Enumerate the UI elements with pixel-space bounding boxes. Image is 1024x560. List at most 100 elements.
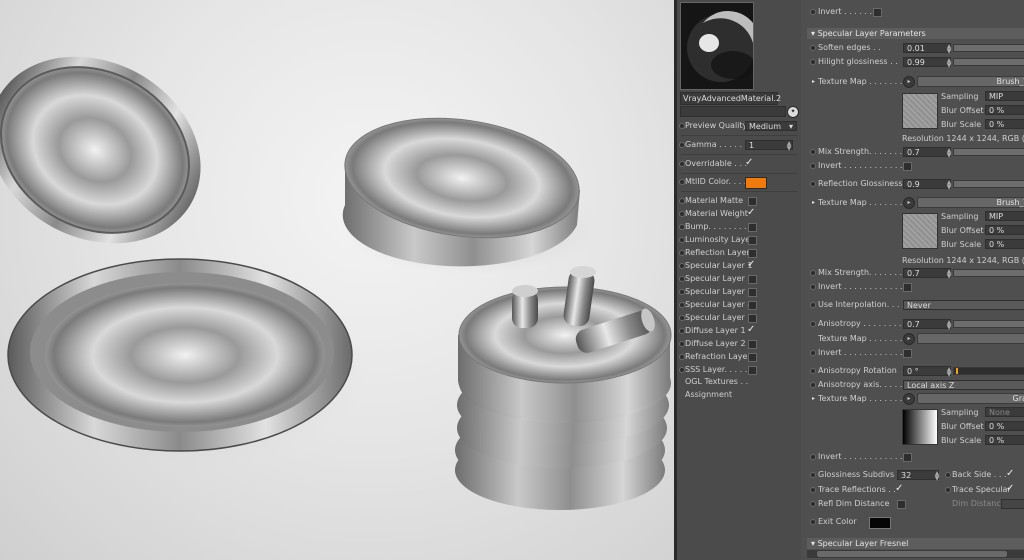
channel-checkbox[interactable] — [748, 353, 757, 362]
mix-strength-spinner-1[interactable]: ▲ ▼ — [946, 148, 952, 159]
channel-row[interactable]: Diffuse Layer 2 — [677, 338, 801, 350]
hilight-gloss-input[interactable]: 0.99 — [903, 57, 951, 67]
texture-menu-button-4[interactable]: ▸ — [903, 393, 915, 405]
soften-edges-slider[interactable] — [953, 44, 1024, 52]
scrollbar-thumb[interactable] — [817, 551, 1007, 557]
blur-offset-input-1[interactable]: 0 % — [985, 105, 1024, 115]
refl-gloss-slider[interactable] — [953, 180, 1024, 188]
mix-strength-slider-2[interactable] — [953, 269, 1024, 277]
trace-specular-checkbox[interactable]: ✓ — [1006, 483, 1014, 495]
texture-thumbnail-1[interactable] — [902, 93, 938, 129]
trace-reflections-checkbox[interactable]: ✓ — [895, 483, 903, 495]
channel-checkbox[interactable]: ✓ — [747, 324, 755, 336]
channel-checkbox[interactable] — [748, 366, 757, 375]
material-name-field[interactable]: VrayAdvancedMaterial.2 — [680, 92, 781, 105]
channel-row[interactable]: Refraction Layer — [677, 351, 801, 363]
gamma-spinner[interactable]: ▲ ▼ — [786, 141, 792, 152]
mix-strength-spinner-2[interactable]: ▲ ▼ — [946, 269, 952, 280]
texture-menu-button-1[interactable]: ▸ — [903, 76, 915, 88]
channel-row[interactable]: Luminosity Layer — [677, 234, 801, 246]
hilight-gloss-spinner[interactable]: ▲ ▼ — [946, 58, 952, 69]
texture-thumbnail-2[interactable] — [902, 213, 938, 249]
soften-edges-input[interactable]: 0.01 — [903, 43, 951, 53]
assignment-row[interactable]: Assignment — [677, 389, 801, 401]
blur-offset-input-2[interactable]: 0 % — [985, 225, 1024, 235]
gloss-subdivs-input[interactable]: 32 — [897, 470, 939, 480]
channel-checkbox[interactable]: ✓ — [747, 207, 755, 219]
channel-row[interactable]: Diffuse Layer 1 ✓ — [677, 324, 801, 337]
picker-icon[interactable]: ✦ — [787, 106, 799, 118]
fresnel-section-header[interactable]: ▾ Specular Layer Fresnel — [807, 538, 1024, 549]
mix-strength-input-2[interactable]: 0.7 — [903, 268, 951, 278]
channel-row[interactable]: Specular Layer 1 ✓ — [677, 259, 801, 272]
blur-scale-input-3[interactable]: 0 % — [985, 435, 1024, 445]
mix-strength-input-1[interactable]: 0.7 — [903, 147, 951, 157]
render-viewport[interactable] — [0, 0, 674, 560]
channel-checkbox[interactable] — [748, 236, 757, 245]
back-side-checkbox[interactable]: ✓ — [1006, 468, 1014, 480]
anisotropy-slider[interactable] — [953, 320, 1024, 328]
sampling-select-2[interactable]: MIP — [985, 211, 1024, 221]
preview-quality-select[interactable]: Medium ▾ — [745, 121, 797, 131]
channel-checkbox[interactable] — [748, 223, 757, 232]
channel-checkbox[interactable] — [748, 197, 757, 206]
refl-gloss-input[interactable]: 0.9 — [903, 179, 951, 189]
aniso-rotation-spinner[interactable]: ▲ ▼ — [946, 367, 952, 378]
channel-checkbox[interactable] — [748, 288, 757, 297]
anisotropy-spinner[interactable]: ▲ ▼ — [946, 320, 952, 331]
channel-checkbox[interactable] — [748, 275, 757, 284]
texture-menu-button-3[interactable]: ▸ — [903, 333, 915, 345]
texture-menu-button-2[interactable]: ▸ — [903, 197, 915, 209]
channel-row[interactable]: Specular Layer 5 — [677, 312, 801, 324]
use-interpolation-select[interactable]: Never — [903, 300, 1024, 310]
invert-checkbox-1[interactable] — [903, 162, 912, 171]
invert-checkbox-4[interactable] — [903, 453, 912, 462]
dim-distance-input[interactable] — [1001, 499, 1024, 509]
channel-row[interactable]: Material Weight ✓ — [677, 207, 801, 220]
channel-label: Material Weight — [685, 209, 748, 218]
channel-checkbox[interactable] — [748, 340, 757, 349]
invert-checkbox-2[interactable] — [903, 283, 912, 292]
blur-offset-input-3[interactable]: 0 % — [985, 421, 1024, 431]
channel-row[interactable]: Material Matte — [677, 195, 801, 207]
aniso-axis-select[interactable]: Local axis Z — [903, 380, 1024, 390]
channel-row[interactable]: Specular Layer 3 — [677, 286, 801, 298]
blur-scale-input-2[interactable]: 0 % — [985, 239, 1024, 249]
exit-color-swatch[interactable] — [869, 517, 891, 529]
invert-checkbox-3[interactable] — [903, 349, 912, 358]
texture-shader-button-4[interactable]: Grad — [917, 393, 1024, 404]
mix-strength-slider-1[interactable] — [953, 148, 1024, 156]
channel-checkbox[interactable]: ✓ — [747, 259, 755, 271]
specular-section-header[interactable]: ▾ Specular Layer Parameters — [807, 28, 1024, 39]
texture-shader-button-1[interactable]: Brush_Te — [917, 76, 1024, 87]
top-invert-checkbox[interactable] — [873, 8, 882, 17]
channel-checkbox[interactable] — [748, 314, 757, 323]
channel-row[interactable]: Specular Layer 4 — [677, 299, 801, 311]
texture-shader-button-3[interactable] — [917, 333, 1024, 344]
blur-scale-input-1[interactable]: 0 % — [985, 119, 1024, 129]
refl-gloss-spinner[interactable]: ▲ ▼ — [946, 180, 952, 191]
aniso-rotation-input[interactable]: 0 ° — [903, 366, 951, 376]
channel-row[interactable]: Reflection Layer — [677, 247, 801, 259]
channel-row[interactable]: Specular Layer 2 — [677, 273, 801, 285]
anisotropy-input[interactable]: 0.7 — [903, 319, 951, 329]
sampling-select-3[interactable]: None — [985, 407, 1024, 417]
channel-checkbox[interactable] — [748, 249, 757, 258]
soften-edges-spinner[interactable]: ▲ ▼ — [946, 44, 952, 55]
material-search-field[interactable] — [680, 106, 786, 117]
refl-dim-checkbox[interactable] — [897, 500, 906, 509]
mtlid-color-swatch[interactable] — [745, 177, 767, 189]
aniso-rotation-slider[interactable] — [953, 367, 1024, 375]
channel-checkbox[interactable] — [748, 301, 757, 310]
sampling-select-1[interactable]: MIP — [985, 91, 1024, 101]
material-preview[interactable] — [680, 2, 754, 90]
channel-row[interactable]: SSS Layer. . . . . . — [677, 364, 801, 376]
horizontal-scrollbar[interactable] — [807, 550, 1024, 558]
channel-row[interactable]: Bump. . . . . . . . . — [677, 221, 801, 233]
hilight-gloss-slider[interactable] — [953, 58, 1024, 66]
texture-shader-button-2[interactable]: Brush_Te — [917, 197, 1024, 208]
ogl-textures-row[interactable]: OGL Textures . . — [677, 376, 801, 388]
gloss-subdivs-spinner[interactable]: ▲ ▼ — [934, 471, 940, 482]
gradient-thumbnail[interactable] — [902, 409, 938, 445]
overridable-checkbox[interactable]: ✓ — [745, 157, 753, 169]
